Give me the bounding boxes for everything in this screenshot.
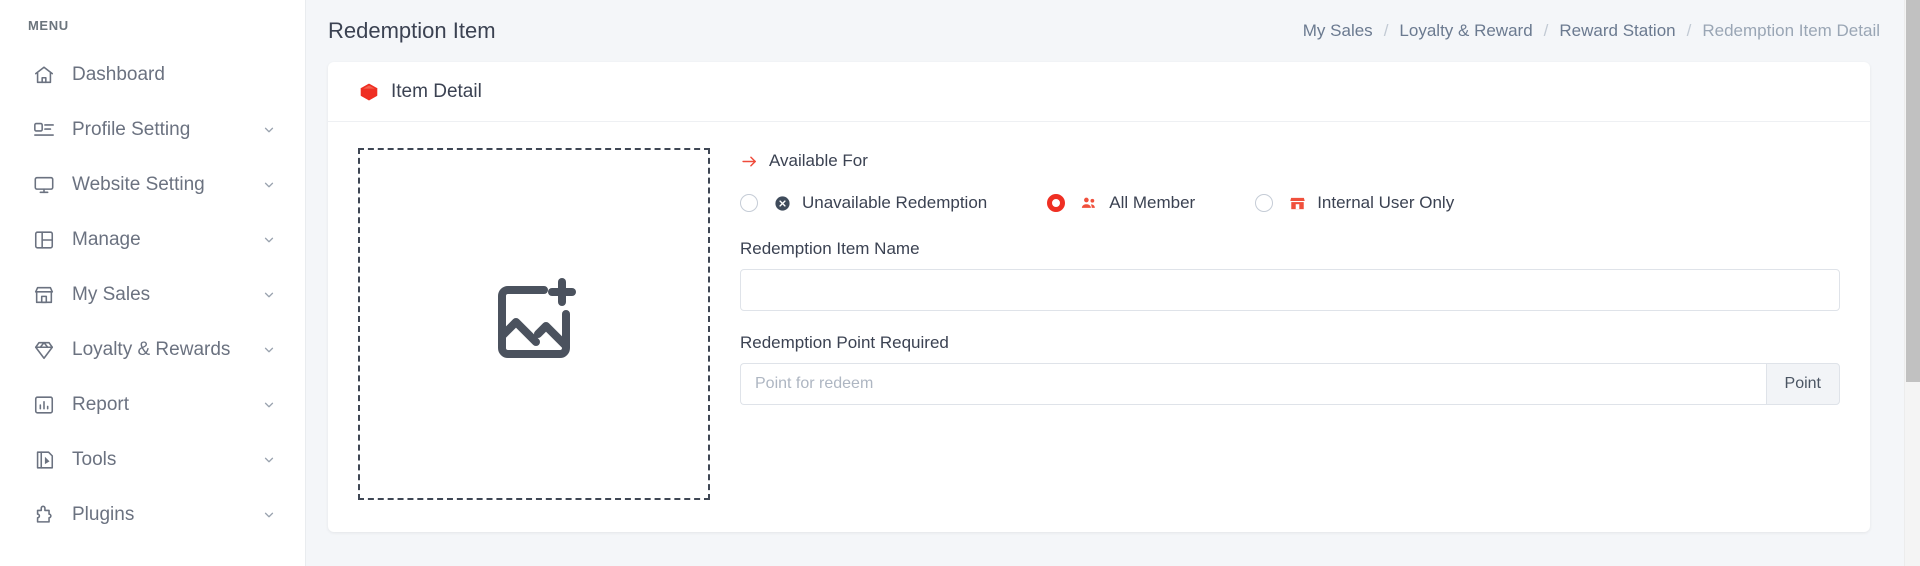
radio-input[interactable] (1047, 194, 1066, 212)
field-label: Redemption Point Required (740, 333, 949, 352)
sidebar-item-label: Tools (72, 448, 117, 470)
card-header: Item Detail (328, 62, 1870, 122)
radio-option-all-member[interactable]: All Member (1047, 193, 1195, 213)
sidebar-item-my-sales[interactable]: My Sales (0, 267, 305, 322)
arrow-right-icon (740, 152, 758, 170)
main-content: Redemption Item My Sales / Loyalty & Rew… (306, 0, 1920, 566)
sidebar-item-manage[interactable]: Manage (0, 212, 305, 267)
chevron-down-icon[interactable] (261, 507, 277, 523)
plugin-icon (32, 503, 56, 527)
breadcrumb-item-my-sales[interactable]: My Sales (1303, 21, 1373, 41)
breadcrumb-item-reward-station[interactable]: Reward Station (1559, 21, 1675, 41)
image-upload-column (358, 148, 710, 500)
chevron-down-icon[interactable] (261, 397, 277, 413)
chevron-down-icon[interactable] (261, 232, 277, 248)
point-unit-addon[interactable]: Point (1765, 363, 1840, 405)
sidebar-item-loyalty-rewards[interactable]: Loyalty & Rewards (0, 322, 305, 377)
shop-icon (1288, 194, 1306, 212)
sidebar: MENU Dashboard Profile Setting Website S… (0, 0, 306, 566)
chevron-down-icon[interactable] (261, 452, 277, 468)
add-image-icon (486, 274, 582, 375)
radio-option-label: All Member (1109, 193, 1196, 212)
page-header: Redemption Item My Sales / Loyalty & Rew… (306, 0, 1920, 62)
radio-option-unavailable-redemption[interactable]: Unavailable Redemption (740, 193, 987, 213)
card-title: Item Detail (391, 80, 482, 102)
sidebar-item-label: My Sales (72, 283, 151, 305)
app-root: MENU Dashboard Profile Setting Website S… (0, 0, 1920, 566)
sidebar-item-report[interactable]: Report (0, 377, 305, 432)
radio-input[interactable] (1255, 194, 1274, 212)
available-for-label: Available For (769, 151, 868, 170)
chevron-down-icon[interactable] (261, 177, 277, 193)
field-redemption-point-required: Redemption Point Required Point (740, 333, 1840, 405)
bar-chart-icon (32, 393, 56, 417)
sidebar-item-plugins[interactable]: Plugins (0, 487, 305, 542)
sidebar-item-website-setting[interactable]: Website Setting (0, 157, 305, 212)
radio-option-label: Internal User Only (1317, 193, 1455, 212)
form-column: Available For Unavailable Redemption All… (710, 148, 1840, 500)
page-title: Redemption Item (328, 18, 496, 43)
home-icon (32, 63, 56, 87)
available-for-radio-group: Unavailable Redemption All Member Intern… (740, 193, 1840, 213)
field-redemption-item-name: Redemption Item Name (740, 239, 1840, 311)
monitor-icon (32, 173, 56, 197)
radio-option-internal-user-only[interactable]: Internal User Only (1255, 193, 1454, 213)
store-icon (32, 283, 56, 307)
sidebar-item-label: Dashboard (72, 63, 165, 85)
breadcrumb-item-loyalty-reward[interactable]: Loyalty & Reward (1399, 21, 1532, 41)
profile-icon (32, 118, 56, 142)
available-for-row: Available For (740, 151, 1840, 171)
diamond-icon (32, 338, 56, 362)
sidebar-item-label: Loyalty & Rewards (72, 338, 231, 360)
chevron-down-icon[interactable] (261, 287, 277, 303)
redemption-point-input[interactable] (740, 363, 1766, 405)
radio-input[interactable] (740, 194, 758, 212)
red-box-icon (358, 81, 380, 103)
sidebar-menu-label: MENU (28, 18, 69, 33)
chevron-down-icon[interactable] (261, 342, 277, 358)
page-scrollbar-thumb[interactable] (1906, 0, 1920, 382)
breadcrumb-separator: / (1383, 21, 1389, 40)
sidebar-item-dashboard[interactable]: Dashboard (0, 47, 305, 102)
breadcrumb-item-current: Redemption Item Detail (1702, 21, 1880, 40)
card-body: Available For Unavailable Redemption All… (328, 122, 1870, 530)
radio-option-label: Unavailable Redemption (802, 193, 988, 212)
sidebar-item-tools[interactable]: Tools (0, 432, 305, 487)
tools-icon (32, 448, 56, 472)
point-input-group: Point (740, 363, 1840, 405)
breadcrumb-separator: / (1686, 21, 1692, 40)
layout-icon (32, 228, 56, 252)
breadcrumb: My Sales / Loyalty & Reward / Reward Sta… (1303, 21, 1880, 41)
sidebar-item-label: Website Setting (72, 173, 205, 195)
page-scrollbar-track[interactable] (1904, 0, 1920, 566)
image-upload-dropzone[interactable] (358, 148, 710, 500)
sidebar-item-profile-setting[interactable]: Profile Setting (0, 102, 305, 157)
breadcrumb-separator: / (1543, 21, 1549, 40)
people-icon (1080, 194, 1098, 212)
sidebar-item-label: Manage (72, 228, 141, 250)
x-circle-icon (773, 194, 791, 212)
item-detail-card: Item Detail Available For Unavailable Re… (328, 62, 1870, 532)
redemption-item-name-input[interactable] (740, 269, 1840, 311)
sidebar-item-label: Plugins (72, 503, 135, 525)
sidebar-item-label: Report (72, 393, 130, 415)
field-label: Redemption Item Name (740, 239, 920, 258)
chevron-down-icon[interactable] (261, 122, 277, 138)
sidebar-item-label: Profile Setting (72, 118, 191, 140)
